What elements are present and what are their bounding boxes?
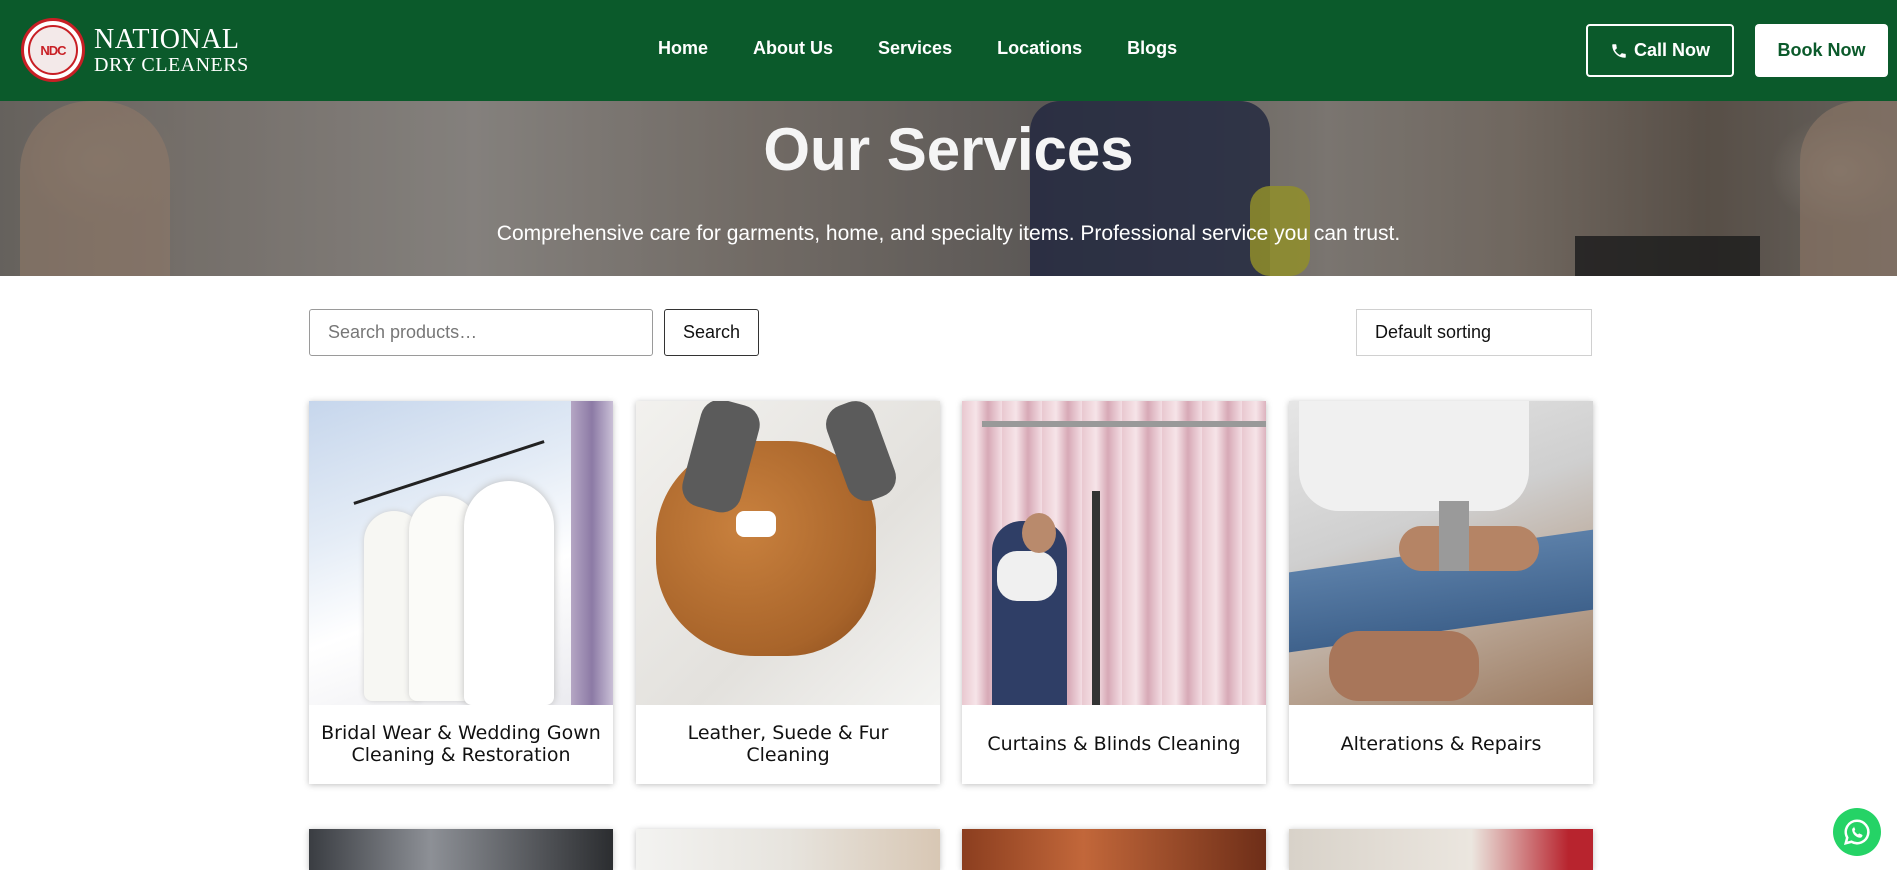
logo-line-2: DRY CLEANERS <box>94 53 249 76</box>
product-card-bridal[interactable]: Bridal Wear & Wedding Gown Cleaning & Re… <box>309 401 613 784</box>
phone-icon <box>1612 43 1626 58</box>
hero-subtitle: Comprehensive care for garments, home, a… <box>496 222 1401 245</box>
logo-badge-text: NDC <box>28 25 78 75</box>
book-now-button[interactable]: Book Now <box>1755 24 1888 77</box>
curtain-rod <box>982 421 1266 427</box>
search-input[interactable] <box>309 309 653 356</box>
site-header: NDC NATIONAL DRY CLEANERS Home About Us … <box>0 0 1897 101</box>
hero-banner: Our Services Comprehensive care for garm… <box>0 101 1897 276</box>
sort-select[interactable]: Default sorting <box>1356 309 1592 356</box>
nav-blogs[interactable]: Blogs <box>1127 38 1177 59</box>
search-button[interactable]: Search <box>664 309 759 356</box>
product-card-leather[interactable]: Leather, Suede & Fur Cleaning <box>636 401 940 784</box>
product-image-curtains[interactable] <box>962 401 1266 705</box>
logo-text: NATIONAL DRY CLEANERS <box>94 23 249 76</box>
product-image-leather[interactable] <box>636 401 940 705</box>
nav-about-us[interactable]: About Us <box>753 38 833 59</box>
vacuum-hose <box>1092 491 1100 705</box>
product-image-row2-3[interactable] <box>962 829 1266 870</box>
call-now-label: Call Now <box>1633 40 1710 60</box>
curtain-purple <box>571 401 613 705</box>
product-title[interactable]: Bridal Wear & Wedding Gown Cleaning & Re… <box>317 705 605 784</box>
cleaning-cloth <box>736 511 776 537</box>
product-title[interactable]: Curtains & Blinds Cleaning <box>970 705 1258 784</box>
product-image-row2-4[interactable] <box>1289 829 1593 870</box>
nav-locations[interactable]: Locations <box>997 38 1082 59</box>
product-title[interactable]: Leather, Suede & Fur Cleaning <box>644 705 932 784</box>
logo[interactable]: NDC NATIONAL DRY CLEANERS <box>21 18 249 82</box>
whatsapp-icon <box>1843 819 1870 846</box>
product-image-row2-2[interactable] <box>636 829 940 870</box>
whatsapp-button[interactable] <box>1833 808 1881 856</box>
hand-bottom <box>1329 631 1479 701</box>
product-card-row2-3[interactable] <box>962 829 1266 870</box>
product-card-curtains[interactable]: Curtains & Blinds Cleaning <box>962 401 1266 784</box>
product-image-bridal[interactable] <box>309 401 613 705</box>
logo-badge: NDC <box>21 18 85 82</box>
hand-top <box>1399 526 1539 571</box>
presser-foot <box>1439 501 1469 571</box>
nav-services[interactable]: Services <box>878 38 952 59</box>
product-card-row2-2[interactable] <box>636 829 940 870</box>
worker-shirt <box>997 551 1057 601</box>
product-title[interactable]: Alterations & Repairs <box>1297 705 1585 784</box>
product-image-alterations[interactable] <box>1289 401 1593 705</box>
product-card-alterations[interactable]: Alterations & Repairs <box>1289 401 1593 784</box>
sewing-machine <box>1299 401 1529 511</box>
product-card-row2-1[interactable] <box>309 829 613 870</box>
gown-3 <box>464 481 554 705</box>
worker-head <box>1022 513 1056 553</box>
page-title: Our Services <box>763 116 1134 183</box>
product-card-row2-4[interactable] <box>1289 829 1593 870</box>
product-image-row2-1[interactable] <box>309 829 613 870</box>
call-now-button[interactable]: Call Now <box>1586 24 1734 77</box>
logo-line-1: NATIONAL <box>94 23 240 55</box>
main-nav: Home About Us Services Locations Blogs <box>658 38 1222 59</box>
nav-home[interactable]: Home <box>658 38 708 59</box>
